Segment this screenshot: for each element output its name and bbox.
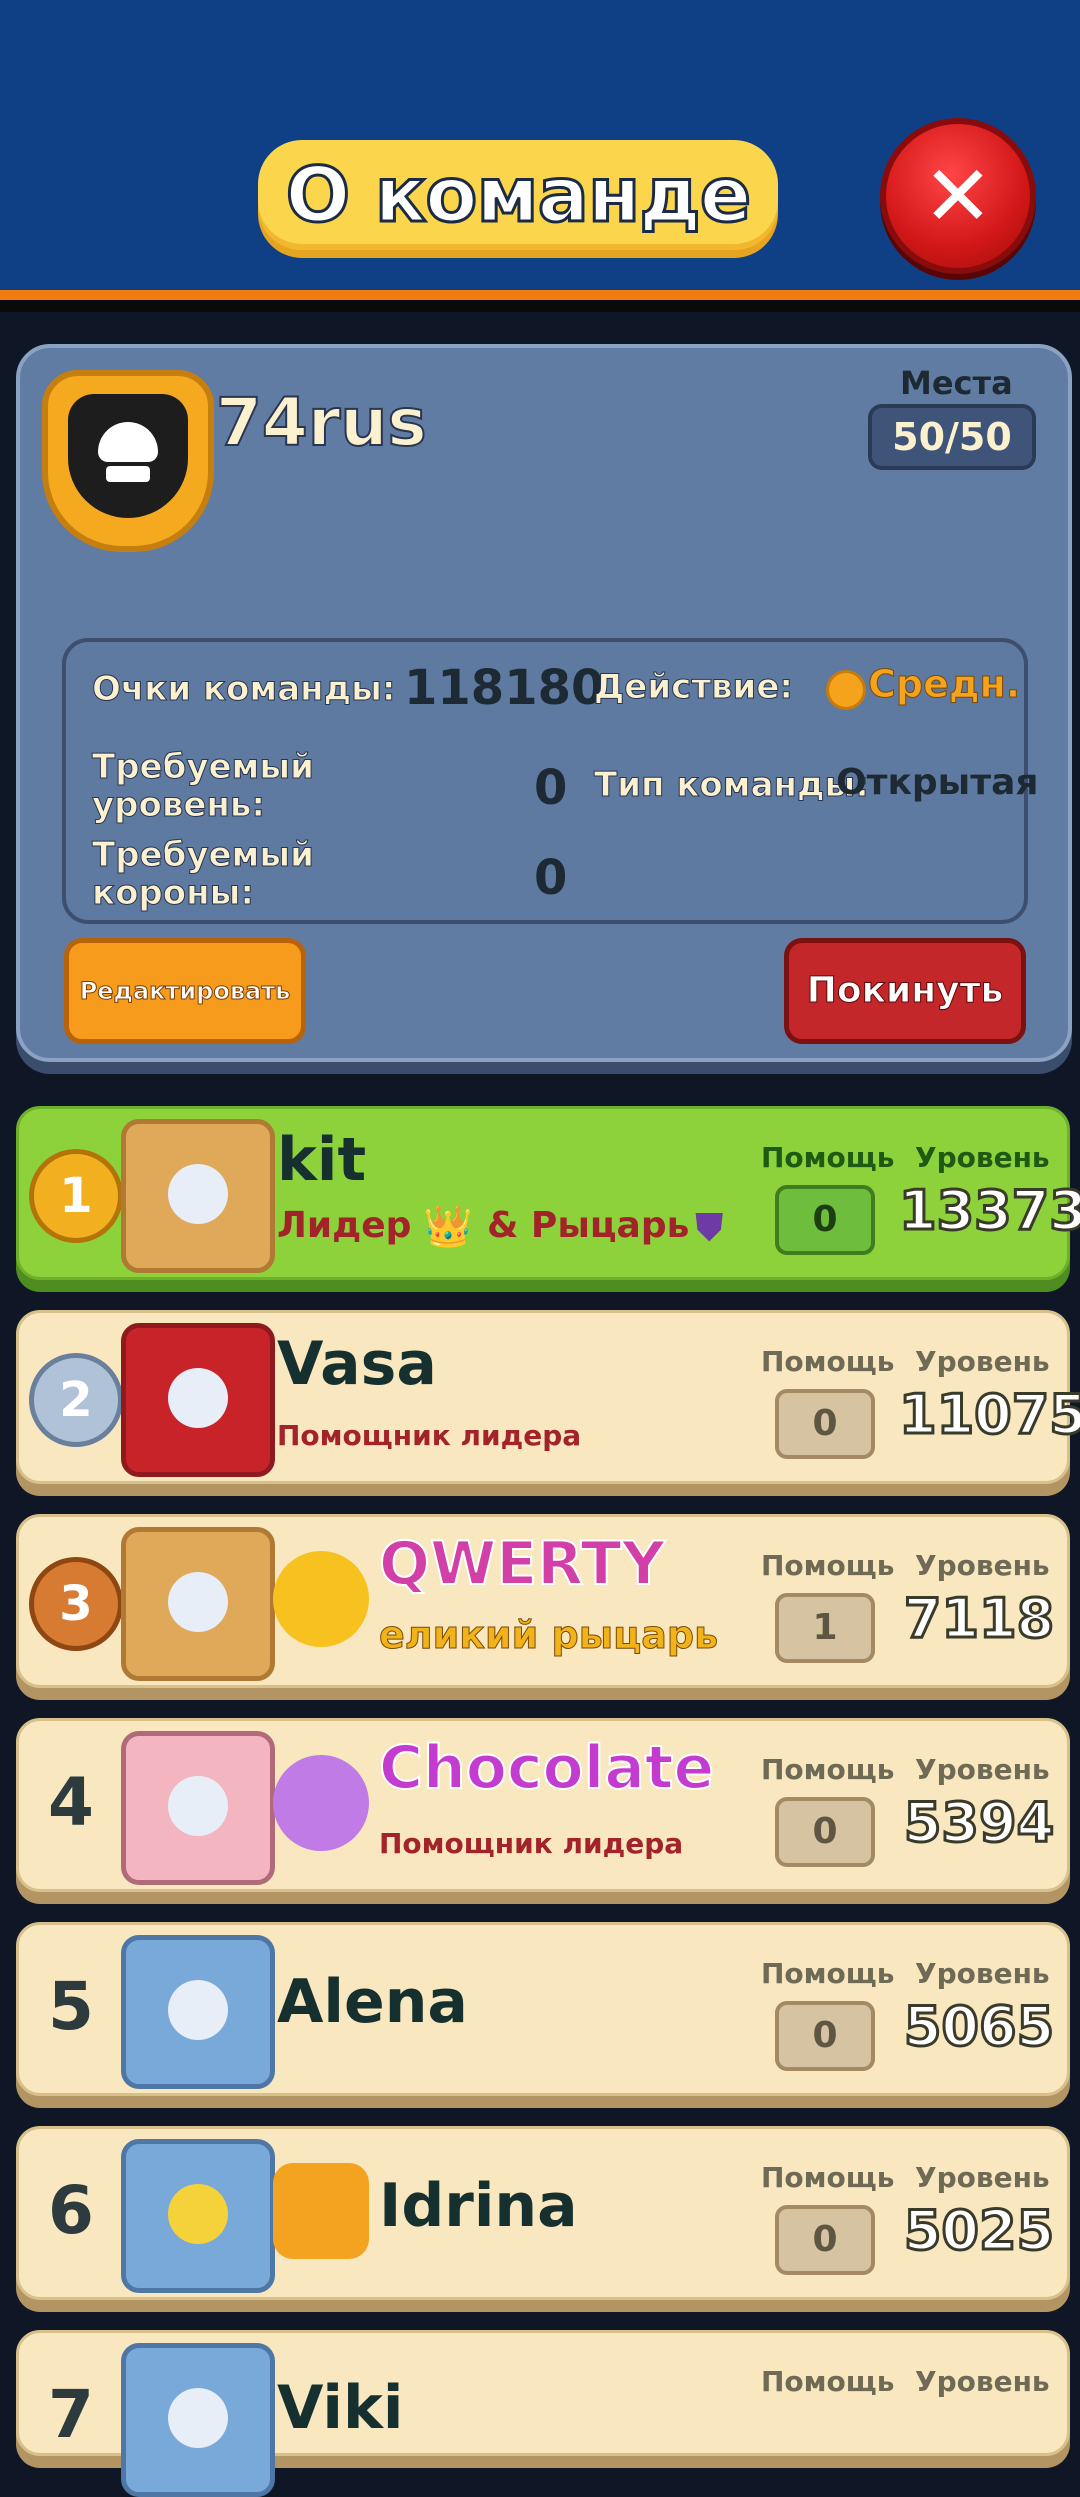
required-crowns-label: Требуемый короны: — [92, 835, 315, 913]
team-type-label: Тип команды: — [594, 765, 870, 805]
close-icon: ✕ — [922, 147, 994, 245]
member-role: Помощник лидера — [277, 1419, 582, 1452]
edit-button[interactable]: Редактировать — [64, 938, 306, 1044]
team-badge — [42, 370, 214, 552]
avatar — [121, 1527, 275, 1681]
member-row[interactable]: 4 Chocolate Помощник лидера Помощь Урове… — [16, 1718, 1070, 1892]
required-level-value: 0 — [534, 760, 568, 816]
member-row[interactable]: 3 QWERTY еликий рыцарь Помощь Уровень 1 … — [16, 1514, 1070, 1688]
rank-number: 5 — [48, 1968, 94, 2045]
help-count: 0 — [775, 1185, 875, 1255]
level-header: Уровень — [915, 1753, 1050, 1786]
member-name: Alena — [277, 1967, 468, 2037]
help-header: Помощь — [761, 1549, 895, 1582]
member-row[interactable]: 1 kit Лидер 👑 & Рыцарь ⛊ Помощь Уровень … — [16, 1106, 1080, 1280]
help-header: Помощь — [761, 2365, 895, 2398]
leave-button[interactable]: Покинуть — [784, 938, 1026, 1044]
member-role: Лидер — [277, 1205, 412, 1246]
avatar — [121, 2343, 275, 2497]
member-name: Idrina — [379, 2171, 578, 2241]
close-button[interactable]: ✕ — [880, 118, 1036, 274]
member-role: еликий рыцарь — [378, 1613, 719, 1658]
member-row[interactable]: 6 Idrina Помощь Уровень 0 5025 — [16, 2126, 1070, 2300]
activity-value: Средн. — [867, 662, 1021, 707]
page-title: О команде — [258, 140, 778, 250]
coin-icon — [826, 670, 866, 710]
level-value: 5394 — [902, 1790, 1055, 1856]
level-value: 13373 — [898, 1178, 1080, 1244]
help-count: 1 — [775, 1593, 875, 1663]
avatar — [121, 1119, 275, 1273]
member-name: Vasa — [277, 1329, 437, 1399]
team-name: 74rus — [215, 383, 428, 462]
member-name: Viki — [277, 2373, 404, 2443]
level-value: 5025 — [902, 2198, 1055, 2264]
member-role: Помощник лидера — [379, 1827, 684, 1860]
rank-number: 4 — [48, 1764, 94, 1841]
team-type-value: Открытая — [836, 762, 1039, 803]
team-points-value: 118180 — [404, 660, 605, 716]
help-header: Помощь — [761, 1141, 895, 1174]
crown-icon: 👑 — [423, 1204, 473, 1250]
member-row[interactable]: 2 Vasa Помощник лидера Помощь Уровень 0 … — [16, 1310, 1080, 1484]
help-count: 0 — [775, 1389, 875, 1459]
help-count: 0 — [775, 1797, 875, 1867]
member-row[interactable]: 5 Alena Помощь Уровень 0 5065 — [16, 1922, 1070, 2096]
help-header: Помощь — [761, 2161, 895, 2194]
chef-hat-icon — [273, 1755, 369, 1851]
rank-badge: 2 — [29, 1353, 123, 1447]
team-info-panel: 74rus Места 50/50 Очки команды: 118180 Д… — [16, 344, 1072, 1062]
rank-badge: 1 — [29, 1149, 123, 1243]
rank-number: 6 — [48, 2172, 94, 2249]
level-header: Уровень — [915, 1345, 1050, 1378]
level-value: 5065 — [902, 1994, 1055, 2060]
required-level-label: Требуемый уровень: — [92, 747, 315, 825]
seats-label: Места — [900, 364, 1013, 402]
team-stats-box: Очки команды: 118180 Действие: Средн. Тр… — [62, 638, 1039, 924]
avatar — [121, 2139, 275, 2293]
level-value: 11075 — [898, 1382, 1080, 1448]
shield-icon: ⛊ — [695, 1205, 724, 1249]
avatar — [121, 1935, 275, 2089]
member-row[interactable]: 7 Viki Помощь Уровень — [16, 2330, 1070, 2497]
avatar — [121, 1731, 275, 1885]
rank-number: 7 — [48, 2376, 94, 2453]
member-role-suffix: & Рыцарь — [487, 1205, 690, 1246]
level-header: Уровень — [915, 2161, 1050, 2194]
level-header: Уровень — [915, 1549, 1050, 1582]
leaf-icon — [273, 2163, 369, 2259]
level-header: Уровень — [915, 2365, 1050, 2398]
level-header: Уровень — [915, 1141, 1050, 1174]
help-count: 0 — [775, 2205, 875, 2275]
rank-badge: 3 — [29, 1557, 123, 1651]
chef-hat-icon — [273, 1551, 369, 1647]
help-header: Помощь — [761, 1345, 895, 1378]
help-header: Помощь — [761, 1957, 895, 1990]
level-header: Уровень — [915, 1957, 1050, 1990]
level-value: 7118 — [902, 1586, 1055, 1652]
chef-hat-icon — [68, 394, 188, 518]
required-crowns-value: 0 — [534, 850, 568, 906]
member-name: QWERTY — [378, 1528, 666, 1600]
team-points-label: Очки команды: — [91, 669, 396, 709]
help-header: Помощь — [761, 1753, 895, 1786]
member-name: kit — [277, 1125, 367, 1195]
activity-label: Действие: — [593, 667, 794, 707]
header-bar: О команде ✕ — [0, 0, 1080, 300]
avatar — [121, 1323, 275, 1477]
seats-value: 50/50 — [868, 404, 1036, 470]
member-name: Chocolate — [378, 1732, 715, 1804]
help-count: 0 — [775, 2001, 875, 2071]
